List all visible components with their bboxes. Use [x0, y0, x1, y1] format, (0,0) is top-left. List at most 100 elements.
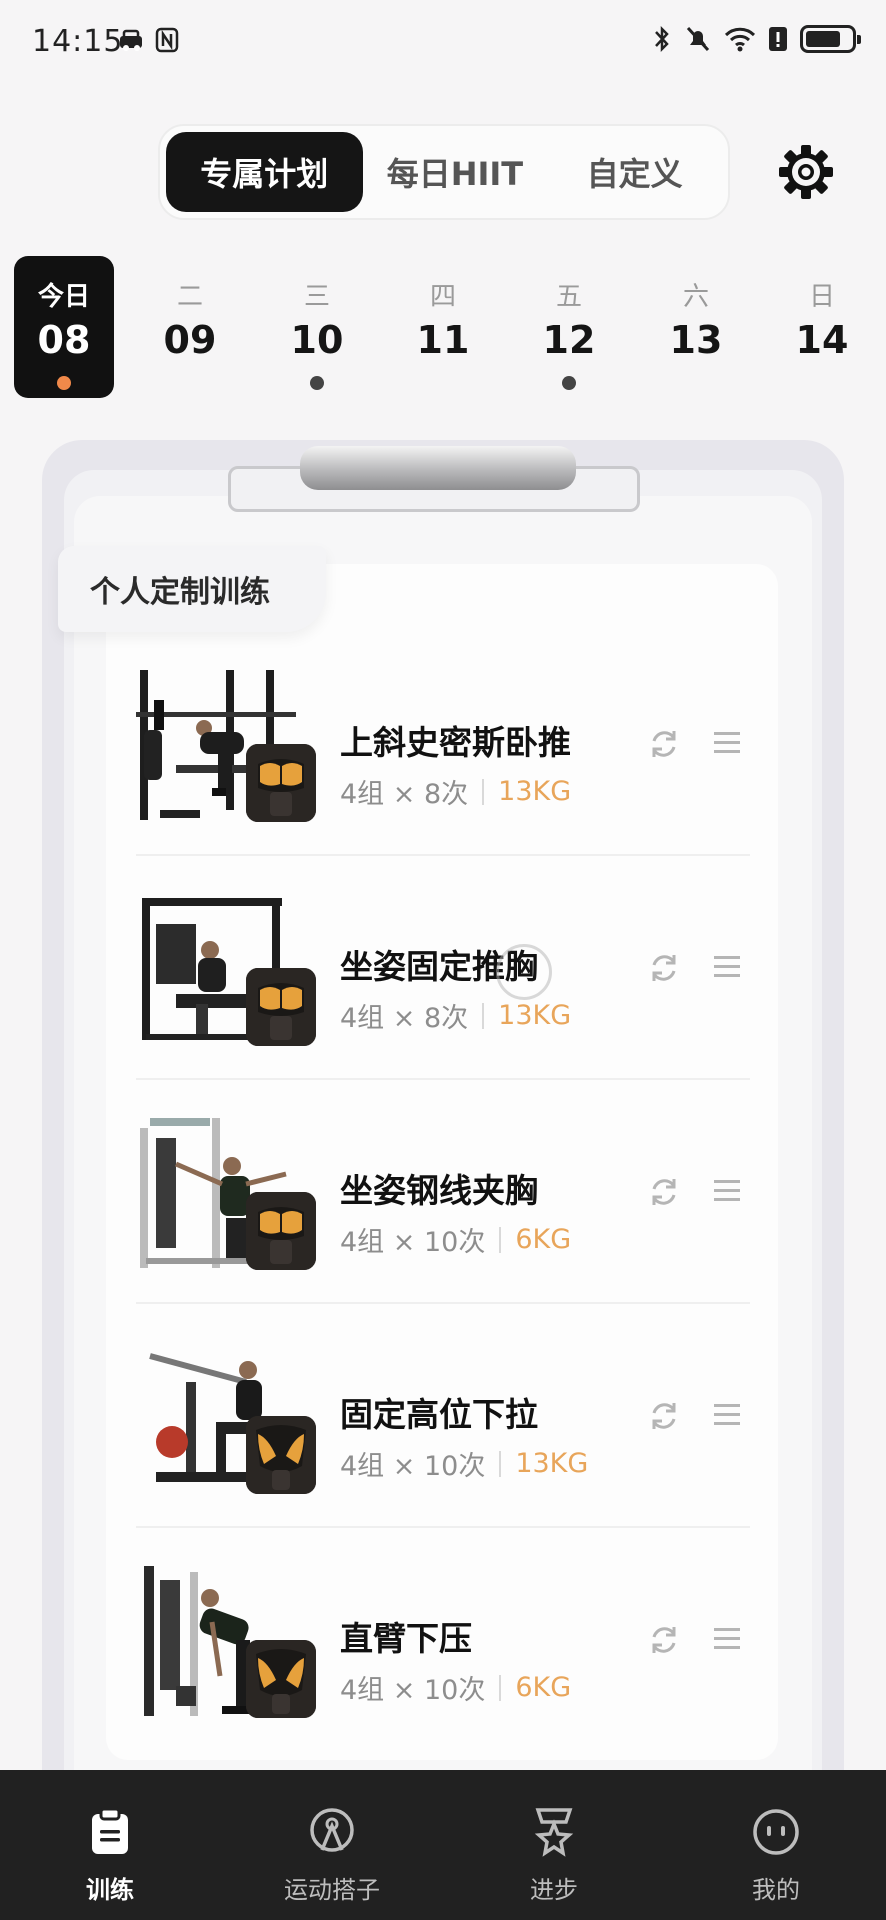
weekday-label: 今日 — [37, 282, 90, 312]
exercise-name: 直臂下压 — [340, 1619, 472, 1658]
clipboard-icon — [92, 1807, 128, 1854]
exercise-weight: 6KG — [515, 1224, 572, 1255]
gear-icon[interactable] — [776, 142, 836, 202]
weekday-label: 日 — [808, 282, 835, 312]
nav-label: 训练 — [86, 1876, 134, 1904]
clipboard-clip — [300, 446, 576, 490]
alert-icon — [769, 27, 787, 51]
exercise-meta: 4组 × 10次 6KG — [340, 1668, 571, 1707]
swap-icon[interactable] — [646, 1398, 682, 1434]
date-cell[interactable]: 二 09 — [140, 256, 240, 398]
tab-custom[interactable]: 自定义 — [547, 132, 722, 212]
swap-icon[interactable] — [646, 726, 682, 762]
mode-tabs: 专属计划 每日HIIT 自定义 — [158, 124, 730, 220]
exercise-name: 固定高位下拉 — [340, 1395, 538, 1434]
status-bar: 14:15 — [0, 0, 886, 84]
exercise-meta: 4组 × 8次 13KG — [340, 996, 571, 1035]
section-title: 个人定制训练 — [58, 546, 326, 632]
meta-divider — [499, 1674, 502, 1701]
drag-handle-icon[interactable] — [712, 952, 742, 982]
exercise-name: 上斜史密斯卧推 — [340, 723, 571, 762]
muscle-chest-icon — [246, 1192, 316, 1270]
drag-handle-icon[interactable] — [712, 728, 742, 758]
date-cell[interactable]: 六 13 — [646, 256, 746, 398]
nfc-icon — [155, 27, 179, 53]
date-number: 10 — [290, 318, 344, 362]
exercise-row[interactable]: 上斜史密斯卧推 4组 × 8次 13KG — [136, 634, 750, 856]
row-divider — [136, 1526, 750, 1528]
exercise-meta: 4组 × 8次 13KG — [340, 772, 571, 811]
status-time: 14:15 — [32, 24, 124, 59]
nav-item-progress[interactable]: 进步 — [454, 1770, 654, 1920]
exercise-sets: 4组 × 10次 — [340, 1451, 486, 1482]
exercise-row[interactable]: 固定高位下拉 4组 × 10次 13KG — [136, 1306, 750, 1528]
bluetooth-icon — [655, 25, 669, 53]
exercise-sets: 4组 × 8次 — [340, 779, 469, 810]
car-icon — [120, 29, 142, 51]
nav-item-profile[interactable]: 我的 — [676, 1770, 876, 1920]
exercise-sets: 4组 × 10次 — [340, 1227, 486, 1258]
weekday-label: 三 — [303, 282, 330, 312]
exercise-weight: 13KG — [498, 1000, 572, 1031]
bottom-nav: 训练 运动搭子 进步 我的 — [0, 1770, 886, 1920]
exercise-name: 坐姿钢线夹胸 — [340, 1171, 538, 1210]
exercise-sets: 4组 × 8次 — [340, 1003, 469, 1034]
swap-icon[interactable] — [646, 950, 682, 986]
tab-exclusive-plan[interactable]: 专属计划 — [166, 132, 363, 212]
nav-label: 我的 — [752, 1876, 800, 1904]
nav-item-training[interactable]: 训练 — [10, 1770, 210, 1920]
weekday-label: 五 — [555, 282, 582, 312]
nav-label: 进步 — [530, 1876, 578, 1904]
training-dot — [310, 376, 324, 390]
weekday-label: 二 — [176, 282, 203, 312]
exercise-weight: 6KG — [515, 1672, 572, 1703]
exercise-meta: 4组 × 10次 13KG — [340, 1444, 588, 1483]
row-divider — [136, 1302, 750, 1304]
swap-icon[interactable] — [646, 1622, 682, 1658]
mute-icon — [686, 26, 710, 52]
nav-item-buddy[interactable]: 运动搭子 — [232, 1770, 432, 1920]
buddy-icon — [310, 1808, 354, 1852]
date-cell[interactable]: 三 10 — [267, 256, 367, 398]
battery-icon — [800, 25, 861, 53]
drag-handle-icon[interactable] — [712, 1400, 742, 1430]
row-divider — [136, 854, 750, 856]
date-cell[interactable]: 五 12 — [519, 256, 619, 398]
date-number: 09 — [163, 318, 217, 362]
swap-icon[interactable] — [646, 1174, 682, 1210]
training-dot — [562, 376, 576, 390]
exercise-row[interactable]: 坐姿固定推胸 4组 × 8次 13KG — [136, 858, 750, 1080]
date-number: 12 — [542, 318, 596, 362]
weekday-label: 四 — [429, 282, 456, 312]
nav-label: 运动搭子 — [284, 1876, 380, 1904]
muscle-back-icon — [246, 1416, 316, 1494]
exercise-row[interactable]: 坐姿钢线夹胸 4组 × 10次 6KG — [136, 1082, 750, 1304]
exercise-row[interactable]: 直臂下压 4组 × 10次 6KG — [136, 1530, 750, 1752]
drag-handle-icon[interactable] — [712, 1624, 742, 1654]
meta-divider — [482, 778, 485, 805]
exercise-meta: 4组 × 10次 6KG — [340, 1220, 571, 1259]
exercise-weight: 13KG — [515, 1448, 589, 1479]
date-number: 08 — [37, 318, 91, 362]
meta-divider — [482, 1002, 485, 1029]
tab-daily-hiit[interactable]: 每日HIIT — [363, 132, 548, 212]
date-number: 13 — [669, 318, 723, 362]
muscle-chest-icon — [246, 968, 316, 1046]
date-cell[interactable]: 四 11 — [393, 256, 493, 398]
profile-icon — [753, 1809, 799, 1855]
loading-indicator — [496, 944, 552, 1000]
training-dot — [57, 376, 71, 390]
date-cell-today[interactable]: 今日 08 — [14, 256, 114, 398]
exercise-sets: 4组 × 10次 — [340, 1675, 486, 1706]
exercise-weight: 13KG — [498, 776, 572, 807]
weekday-label: 六 — [682, 282, 709, 312]
medal-icon — [534, 1808, 574, 1857]
meta-divider — [499, 1226, 502, 1253]
meta-divider — [499, 1450, 502, 1477]
muscle-chest-icon — [246, 744, 316, 822]
drag-handle-icon[interactable] — [712, 1176, 742, 1206]
date-cell[interactable]: 日 14 — [772, 256, 872, 398]
muscle-back-icon — [246, 1640, 316, 1718]
row-divider — [136, 1078, 750, 1080]
date-number: 11 — [416, 318, 470, 362]
